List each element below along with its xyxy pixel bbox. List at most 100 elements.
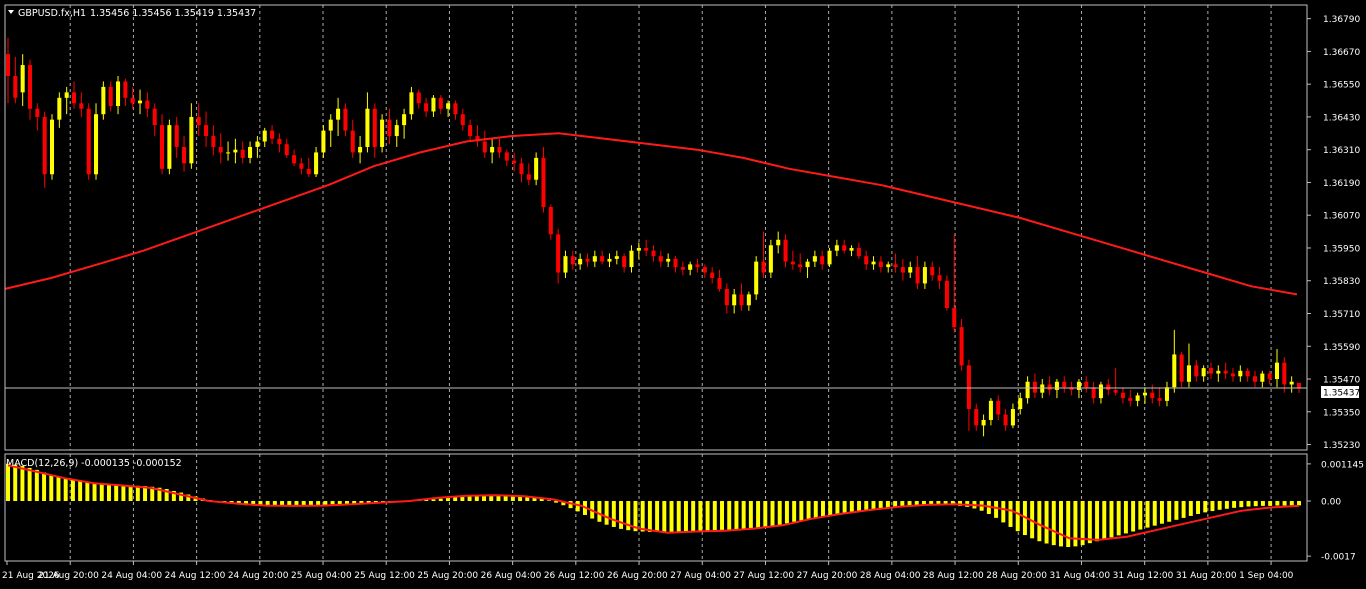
bearish-candle bbox=[1208, 368, 1213, 374]
bullish-candle bbox=[1025, 381, 1030, 399]
bullish-candle bbox=[380, 119, 385, 147]
bearish-candle bbox=[174, 125, 179, 147]
bearish-candle bbox=[204, 125, 209, 137]
bullish-candle bbox=[629, 250, 634, 268]
time-axis-label: 26 Aug 12:00 bbox=[544, 571, 605, 581]
price-axis-label: 1.36670 bbox=[1323, 48, 1360, 58]
bullish-candle bbox=[614, 256, 619, 259]
bullish-candle bbox=[1186, 365, 1191, 382]
time-axis-label: 26 Aug 20:00 bbox=[607, 571, 668, 581]
bearish-candle bbox=[695, 264, 700, 268]
bearish-candle bbox=[27, 65, 33, 109]
bearish-candle bbox=[416, 92, 421, 104]
bearish-candle bbox=[13, 75, 18, 98]
bullish-candle bbox=[446, 103, 451, 109]
bearish-candle bbox=[790, 261, 795, 265]
bearish-candle bbox=[1179, 354, 1184, 382]
trading-chart-window[interactable]: 21 Aug 2026 21 Aug 20:00 24 Aug 04:00 24 Au… bbox=[0, 0, 1366, 585]
bullish-candle bbox=[849, 247, 854, 251]
price-axis-label: 1.36310 bbox=[1323, 146, 1360, 156]
bearish-candle bbox=[996, 400, 1001, 415]
time-axis-label: 1 Sep 04:00 bbox=[1239, 571, 1294, 581]
bearish-candle bbox=[182, 146, 187, 164]
bearish-candle bbox=[299, 163, 304, 169]
time-axis-label: 26 Aug 04:00 bbox=[481, 571, 542, 581]
chart-canvas[interactable]: 21 Aug 202621 Aug 20:00 24 Aug 04:00 24 Au… bbox=[0, 0, 1366, 585]
bearish-candle bbox=[959, 327, 964, 366]
time-axis-label: 28 Aug 20:00 bbox=[986, 571, 1047, 581]
bearish-candle bbox=[482, 141, 487, 153]
bearish-candle bbox=[86, 108, 91, 175]
bearish-candle bbox=[1113, 389, 1118, 393]
bullish-candle bbox=[776, 239, 781, 246]
bearish-candle bbox=[783, 239, 788, 262]
bullish-candle bbox=[578, 258, 583, 265]
bearish-candle bbox=[937, 275, 942, 281]
bearish-candle bbox=[504, 152, 509, 161]
time-axis-label: 21 Aug 20:00 bbox=[38, 571, 99, 581]
bearish-candle bbox=[1120, 392, 1125, 399]
bearish-candle bbox=[1003, 414, 1008, 426]
bullish-candle bbox=[607, 258, 612, 262]
bearish-candle bbox=[350, 130, 355, 153]
bearish-candle bbox=[424, 103, 429, 112]
bearish-candle bbox=[306, 168, 311, 175]
price-axis-label: 1.35590 bbox=[1323, 343, 1360, 353]
bullish-candle bbox=[746, 294, 751, 306]
bullish-candle bbox=[409, 92, 414, 115]
bearish-candle bbox=[1230, 373, 1236, 377]
time-axis-label: 28 Aug 04:00 bbox=[860, 571, 921, 581]
time-axis-label: 25 Aug 04:00 bbox=[291, 571, 352, 581]
bearish-candle bbox=[1128, 398, 1133, 401]
bearish-candle bbox=[820, 256, 825, 265]
bullish-candle bbox=[314, 152, 319, 175]
bullish-candle bbox=[636, 247, 641, 251]
bearish-candle bbox=[864, 256, 869, 265]
bearish-candle bbox=[1150, 392, 1155, 399]
bearish-candle bbox=[152, 108, 157, 126]
bullish-candle bbox=[49, 119, 55, 175]
bearish-candle bbox=[710, 272, 715, 279]
price-axis-label: 1.35470 bbox=[1323, 376, 1360, 386]
time-axis-label: 27 Aug 20:00 bbox=[797, 571, 858, 581]
current-price-label: 1.35437 bbox=[1323, 389, 1360, 399]
bullish-candle bbox=[262, 130, 267, 142]
price-axis-label: 1.36430 bbox=[1323, 113, 1360, 123]
bearish-candle bbox=[680, 267, 685, 270]
bearish-candle bbox=[42, 116, 47, 175]
bullish-candle bbox=[20, 65, 25, 93]
bullish-candle bbox=[886, 264, 891, 268]
bearish-candle bbox=[196, 116, 201, 126]
price-axis-label: 1.35710 bbox=[1323, 310, 1360, 320]
bearish-candle bbox=[658, 256, 663, 262]
bullish-candle bbox=[138, 100, 143, 104]
bearish-candle bbox=[79, 103, 84, 109]
bullish-candle bbox=[116, 81, 121, 107]
bullish-candle bbox=[1274, 362, 1280, 380]
bullish-candle bbox=[1018, 398, 1023, 410]
bearish-candle bbox=[1245, 370, 1250, 377]
bullish-candle bbox=[534, 157, 539, 180]
bullish-candle bbox=[490, 146, 495, 153]
bearish-candle bbox=[453, 103, 458, 115]
bullish-candle bbox=[321, 130, 326, 153]
bullish-candle bbox=[101, 86, 106, 115]
bullish-candle bbox=[248, 146, 253, 158]
bullish-candle bbox=[1135, 395, 1140, 401]
bullish-candle bbox=[358, 146, 363, 153]
bearish-candle bbox=[277, 138, 282, 145]
symbol-title: GBPUSD.fx,H1 bbox=[18, 8, 86, 19]
bullish-candle bbox=[1040, 384, 1045, 393]
bearish-candle bbox=[893, 264, 898, 268]
price-axis-label: 1.36790 bbox=[1323, 15, 1360, 25]
bullish-candle bbox=[394, 125, 399, 137]
bearish-candle bbox=[1157, 398, 1162, 401]
bullish-candle bbox=[336, 108, 341, 120]
bullish-candle bbox=[1216, 370, 1221, 374]
bearish-candle bbox=[519, 163, 524, 175]
bearish-candle bbox=[952, 308, 957, 328]
bearish-candle bbox=[1282, 362, 1287, 385]
bearish-candle bbox=[240, 149, 245, 158]
bullish-candle bbox=[908, 267, 913, 273]
bullish-candle bbox=[1098, 384, 1103, 399]
